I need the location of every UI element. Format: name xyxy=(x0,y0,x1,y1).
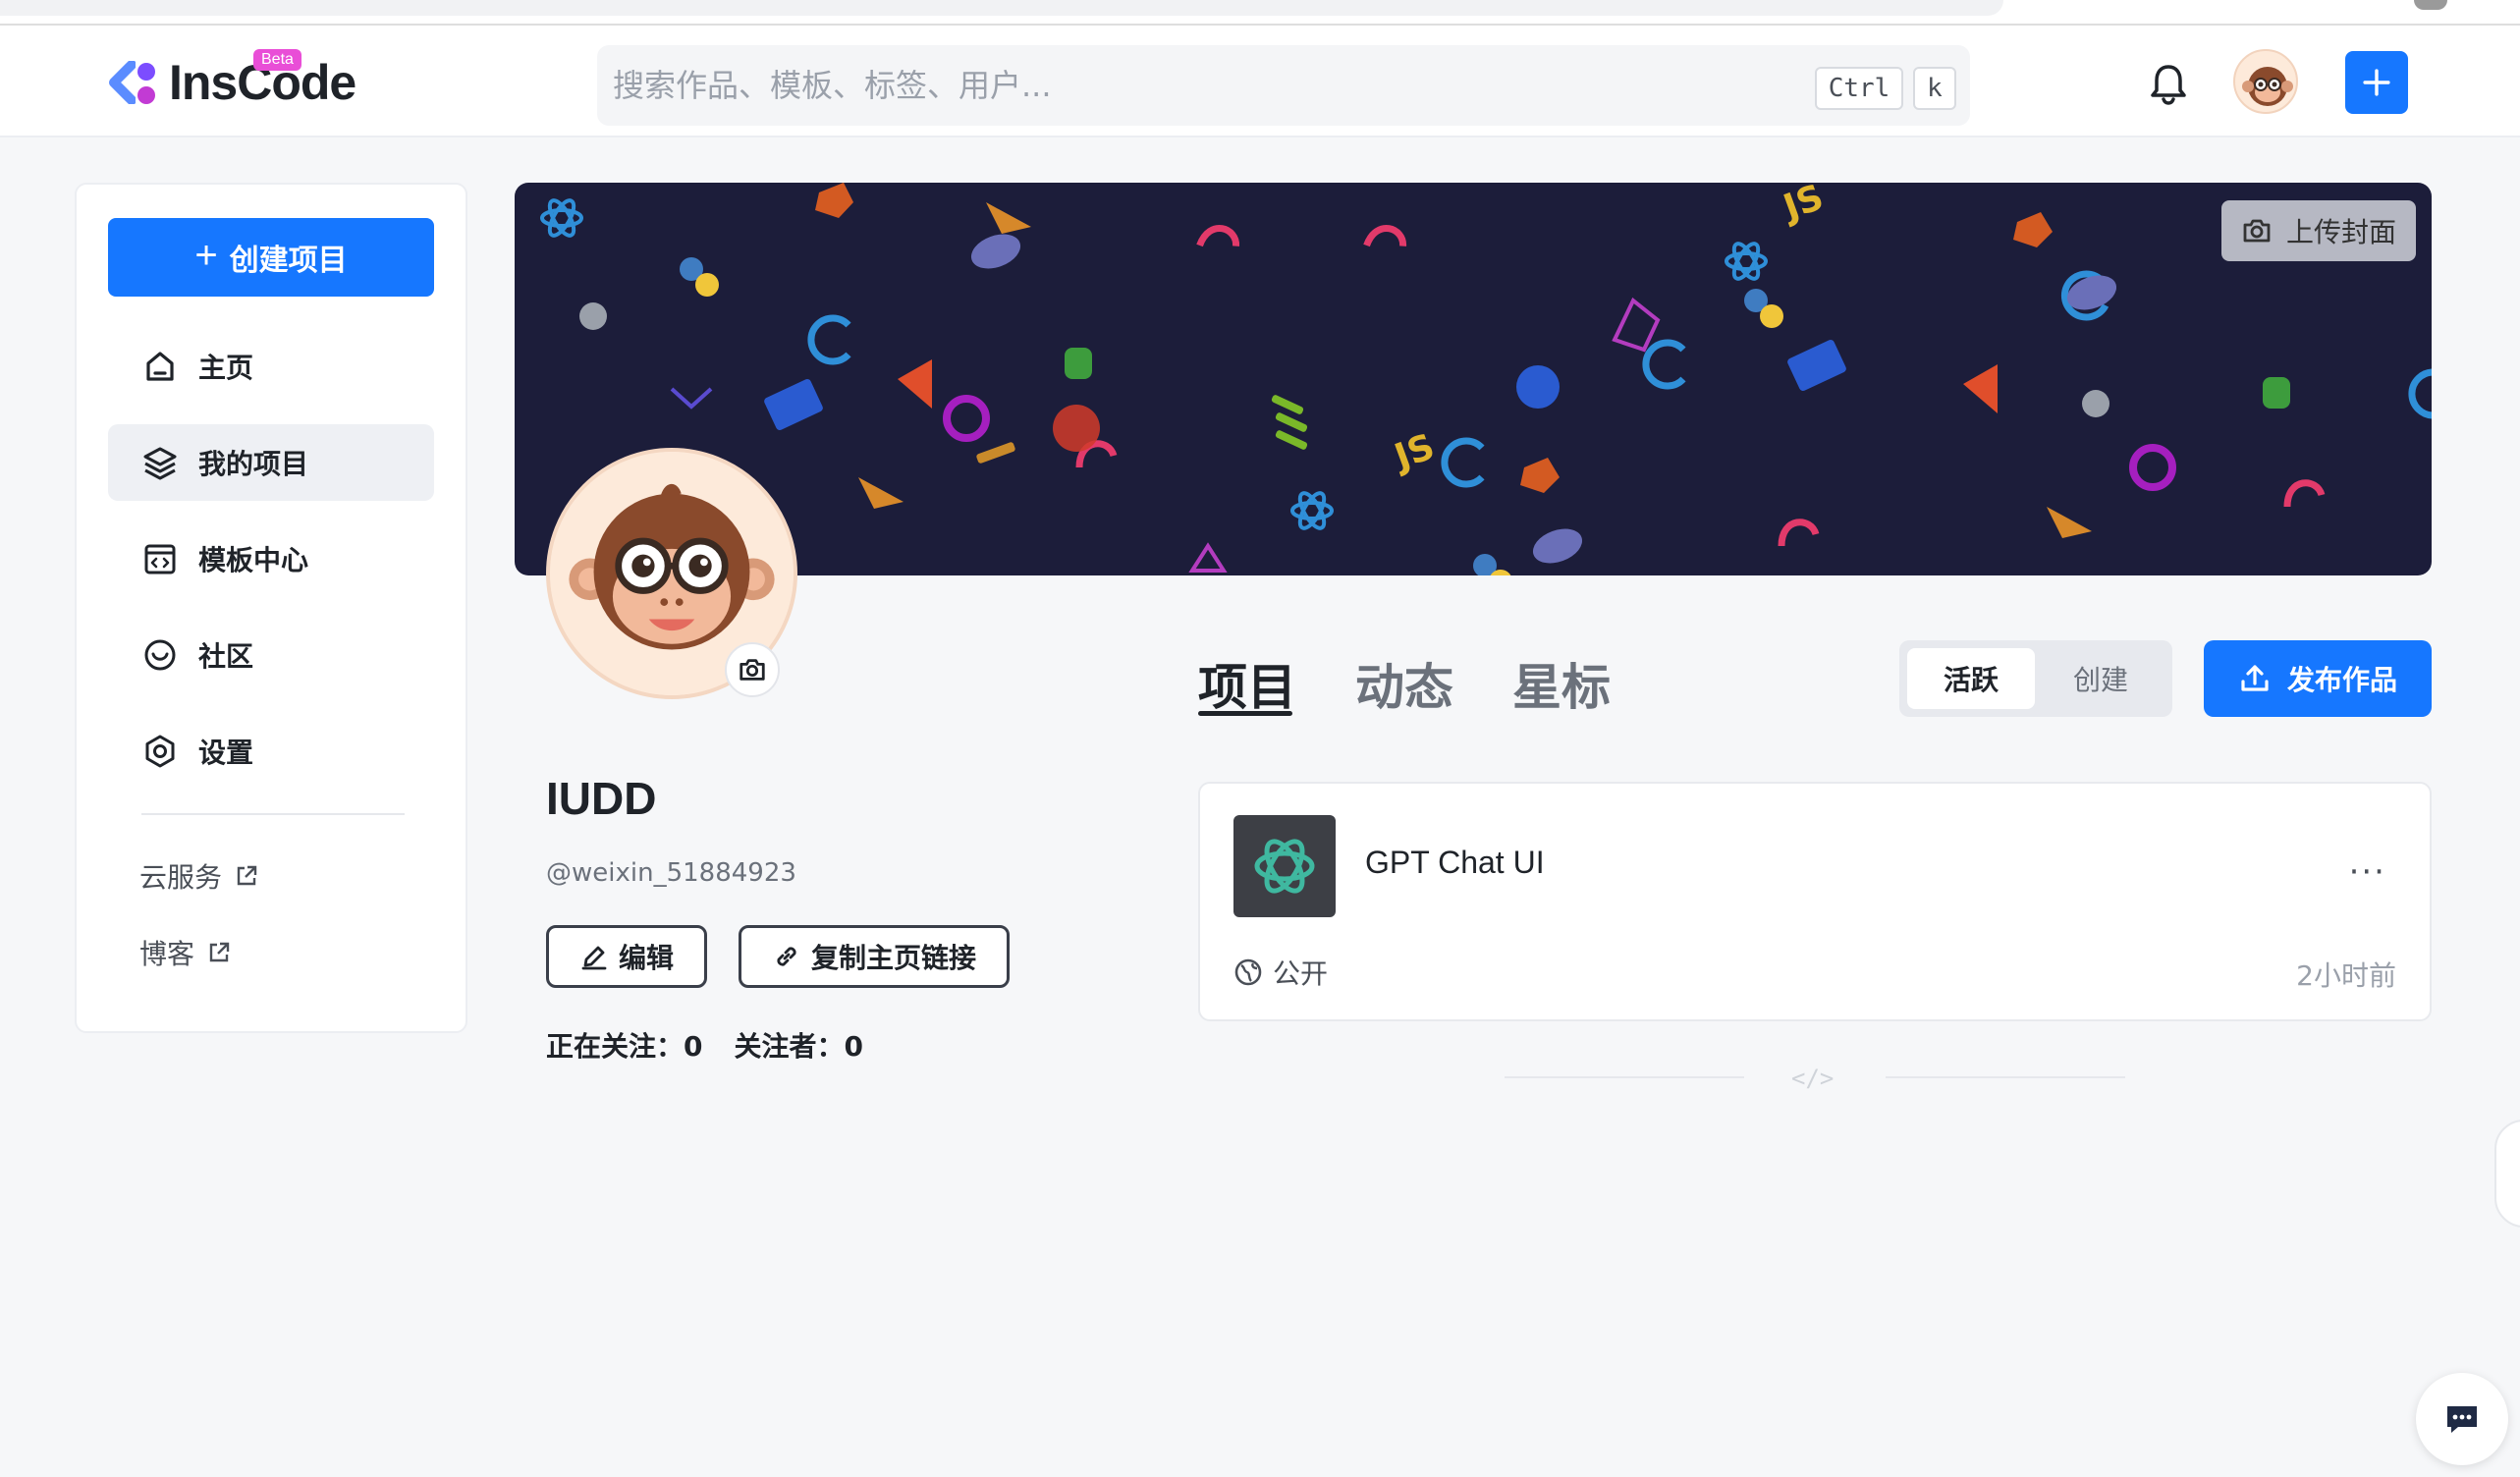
create-project-button[interactable]: + 创建项目 xyxy=(108,218,434,297)
followers-count: 0 xyxy=(844,1030,863,1063)
create-project-label: 创建项目 xyxy=(229,245,348,277)
publish-label: 发布作品 xyxy=(2286,664,2397,696)
following-label: 正在关注： xyxy=(546,1030,685,1063)
project-timestamp: 2小时前 xyxy=(2296,959,2396,992)
change-avatar-button[interactable] xyxy=(725,642,780,697)
copy-link-label: 复制主页链接 xyxy=(810,942,976,974)
sort-active-option[interactable]: 活跃 xyxy=(1907,648,2035,709)
followers-stat[interactable]: 关注者：0 xyxy=(735,1025,864,1065)
camera-icon xyxy=(740,659,765,681)
cloud-service-label: 云服务 xyxy=(139,861,223,894)
sidebar-item-label: 主页 xyxy=(198,352,254,384)
globe-icon xyxy=(1234,958,1262,986)
camera-icon xyxy=(2243,219,2271,243)
inscode-logo[interactable]: InsCode xyxy=(104,53,356,112)
svg-text:JS: JS xyxy=(1776,183,1829,229)
beta-badge: Beta xyxy=(253,49,301,71)
community-icon xyxy=(144,639,176,671)
feedback-chat-button[interactable] xyxy=(2416,1373,2508,1465)
end-of-list-marker: </> xyxy=(1505,1065,2125,1092)
project-thumbnail xyxy=(1233,815,1336,917)
top-navigation-bar: InsCode Beta Ctrl k xyxy=(0,26,2520,137)
plus-icon xyxy=(2363,69,2390,96)
sidebar-item-settings[interactable]: 设置 xyxy=(108,713,434,790)
side-drawer-handle[interactable] xyxy=(2494,1120,2520,1228)
sidebar-item-community[interactable]: 社区 xyxy=(108,617,434,693)
bell-icon[interactable] xyxy=(2145,61,2192,108)
logo-icon xyxy=(104,55,159,110)
browser-tab-strip xyxy=(0,0,2520,26)
publish-work-button[interactable]: 发布作品 xyxy=(2204,640,2432,717)
svg-text:JS: JS xyxy=(1387,426,1440,478)
browser-address-bar xyxy=(0,0,2003,16)
chat-icon xyxy=(2447,1406,2477,1433)
plus-icon: + xyxy=(194,233,218,277)
blog-label: 博客 xyxy=(139,938,195,970)
copy-homepage-link-button[interactable]: 复制主页链接 xyxy=(739,925,1010,988)
external-link-icon xyxy=(209,942,230,962)
active-tab-indicator xyxy=(1198,711,1292,716)
sidebar-item-label: 我的项目 xyxy=(198,448,309,480)
follow-stats: 正在关注：0 关注者：0 xyxy=(546,1025,863,1065)
browser-profile-icon[interactable] xyxy=(2414,0,2447,10)
project-title[interactable]: GPT Chat UI xyxy=(1365,845,1545,881)
add-button[interactable] xyxy=(2345,51,2408,114)
sidebar-item-label: 社区 xyxy=(198,640,254,673)
sort-created-option[interactable]: 创建 xyxy=(2037,648,2164,709)
sidebar: + 创建项目 主页 我的项目 模板中心 社区 设置 云服务 博客 xyxy=(75,183,467,1033)
end-marker-text: </> xyxy=(1791,1065,1835,1092)
upload-cover-label: 上传封面 xyxy=(2285,216,2396,248)
sidebar-item-templates[interactable]: 模板中心 xyxy=(108,520,434,597)
more-options-icon[interactable]: ··· xyxy=(2349,852,2386,892)
layers-icon xyxy=(143,447,177,480)
user-avatar[interactable] xyxy=(2233,49,2298,114)
visibility-label: 公开 xyxy=(1273,957,1329,990)
shortcut-ctrl-key: Ctrl xyxy=(1815,67,1903,110)
external-link-icon xyxy=(237,865,257,886)
pencil-icon xyxy=(581,946,607,970)
blog-link[interactable]: 博客 xyxy=(139,933,232,972)
upload-icon xyxy=(2241,665,2269,691)
profile-handle: @weixin_51884923 xyxy=(546,858,796,888)
project-visibility: 公开 xyxy=(1233,953,1328,992)
search-input[interactable] xyxy=(613,59,1693,112)
project-card[interactable]: GPT Chat UI ··· 公开 2小时前 xyxy=(1198,782,2432,1021)
edit-profile-button[interactable]: 编辑 xyxy=(546,925,707,988)
cloud-service-link[interactable]: 云服务 xyxy=(139,856,259,896)
sort-toggle: 活跃 创建 xyxy=(1899,640,2172,717)
sidebar-divider xyxy=(141,813,405,815)
upload-cover-button[interactable]: 上传封面 xyxy=(2220,200,2416,261)
openai-logo-icon xyxy=(1254,839,1315,894)
tab-activity[interactable]: 动态 xyxy=(1355,648,1453,719)
sidebar-item-home[interactable]: 主页 xyxy=(108,328,434,405)
tech-logos-pattern: JS JS xyxy=(540,183,2432,575)
link-icon xyxy=(777,947,796,966)
profile-cover-banner: JS JS 上传封面 xyxy=(515,183,2432,575)
followers-label: 关注者： xyxy=(734,1030,845,1063)
sidebar-item-label: 模板中心 xyxy=(198,544,309,576)
following-count: 0 xyxy=(684,1030,703,1063)
profile-name: IUDD xyxy=(546,773,657,824)
template-icon xyxy=(144,544,176,574)
home-icon xyxy=(146,352,174,381)
sidebar-item-label: 设置 xyxy=(198,737,254,769)
following-stat[interactable]: 正在关注：0 xyxy=(546,1025,703,1065)
settings-icon xyxy=(145,735,175,768)
search-bar[interactable]: Ctrl k xyxy=(597,45,1970,126)
edit-label: 编辑 xyxy=(618,942,674,974)
shortcut-k-key: k xyxy=(1913,67,1956,110)
tab-projects[interactable]: 项目 xyxy=(1198,648,1296,719)
tab-starred[interactable]: 星标 xyxy=(1512,648,1611,719)
sidebar-item-my-projects[interactable]: 我的项目 xyxy=(108,424,434,501)
